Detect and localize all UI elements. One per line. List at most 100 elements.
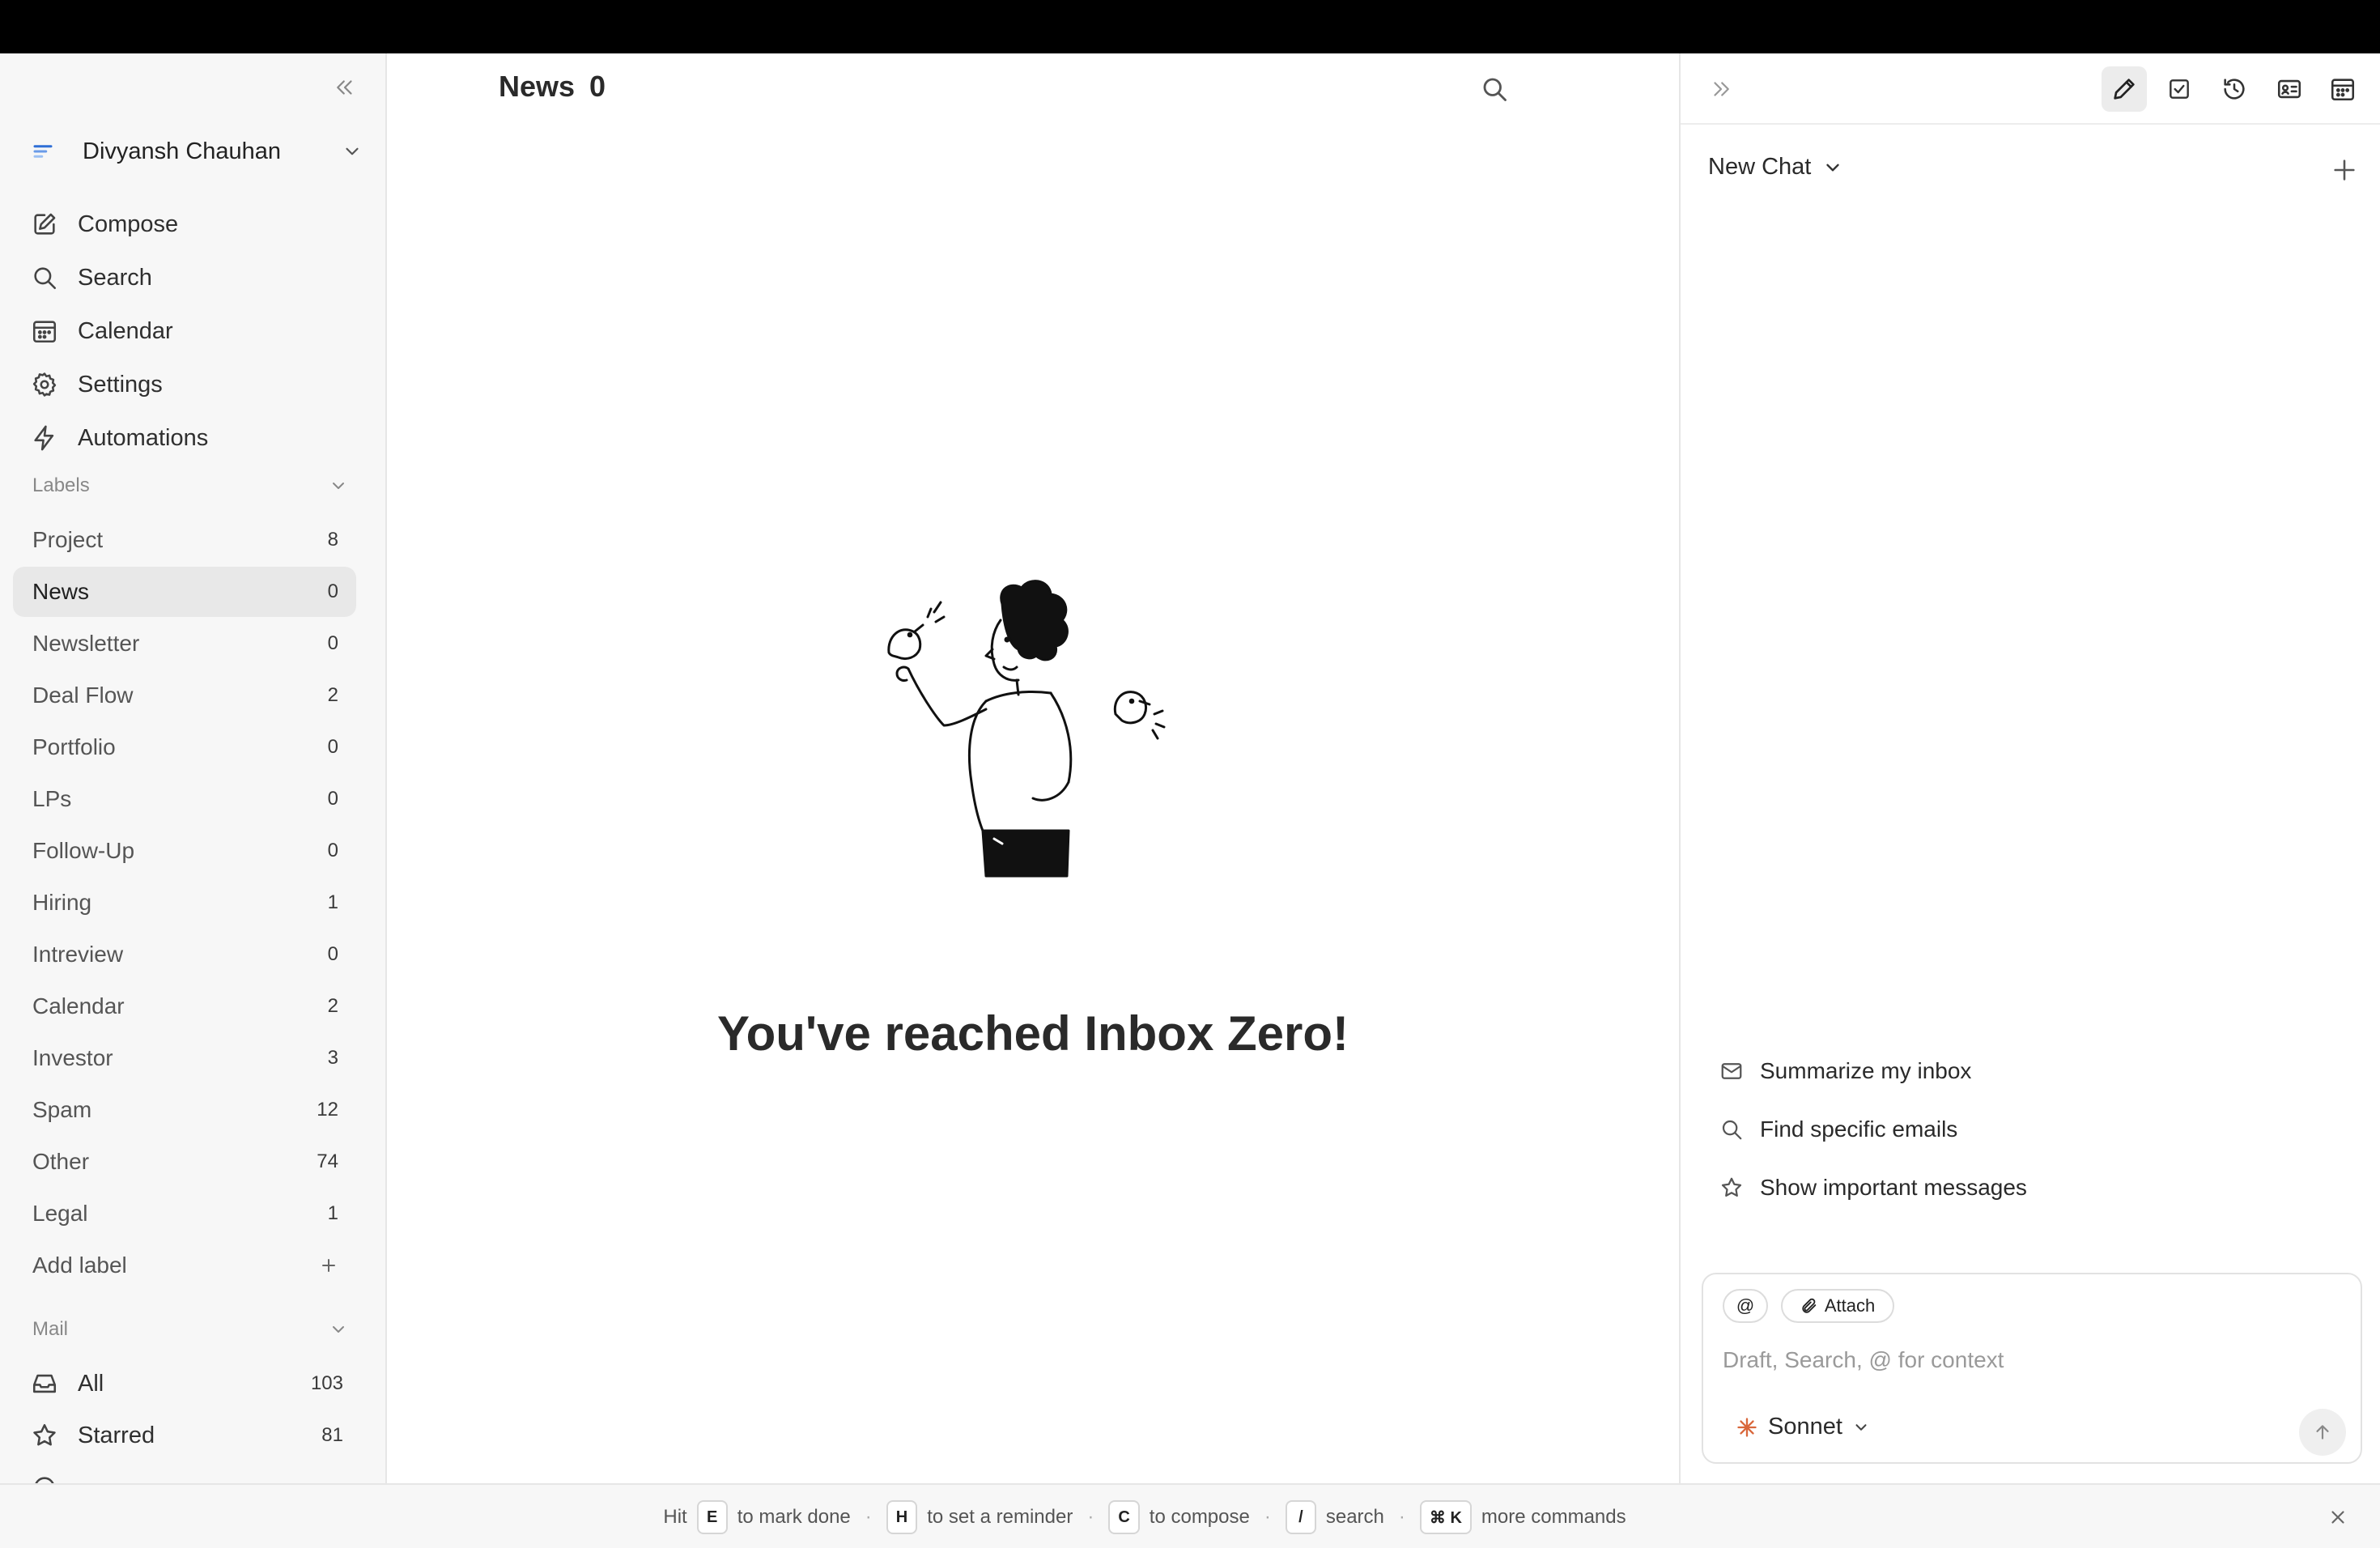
add-label-button[interactable]: Add label xyxy=(13,1240,356,1291)
chat-tab-button[interactable] xyxy=(2102,66,2147,112)
hint-text: search xyxy=(1325,1506,1384,1528)
nav-automations[interactable]: Automations xyxy=(31,416,355,460)
label-news[interactable]: News 0 xyxy=(13,567,356,617)
mention-label: @ xyxy=(1736,1295,1755,1316)
label-investor[interactable]: Investor 3 xyxy=(13,1033,356,1083)
label-count: 0 xyxy=(327,788,338,810)
send-button[interactable] xyxy=(2299,1409,2346,1456)
account-name: Divyansh Chauhan xyxy=(83,138,282,164)
separator-dot: · xyxy=(1398,1506,1405,1528)
label-legal[interactable]: Legal 1 xyxy=(13,1189,356,1239)
star-icon xyxy=(33,1423,56,1446)
shortcut-hints: Hit E to mark done · H to set a reminder… xyxy=(0,1485,2380,1548)
label-name: Follow-Up xyxy=(32,838,135,863)
history-tab-button[interactable] xyxy=(2212,66,2257,112)
nav-settings-label: Settings xyxy=(78,371,163,398)
label-follow-up[interactable]: Follow-Up 0 xyxy=(13,826,356,876)
suggestion-label: Summarize my inbox xyxy=(1760,1058,1972,1083)
calendar-tab-button[interactable] xyxy=(2320,66,2365,112)
kbd-key: E xyxy=(696,1500,728,1534)
label-deal-flow[interactable]: Deal Flow 2 xyxy=(13,670,356,721)
collapse-panel-button[interactable] xyxy=(1703,71,1739,107)
label-name: News xyxy=(32,579,90,604)
contacts-tab-button[interactable] xyxy=(2267,66,2312,112)
window-top-bar xyxy=(0,0,2380,53)
label-name: Legal xyxy=(32,1201,88,1226)
chat-toolbar xyxy=(1681,53,2380,125)
label-count: 0 xyxy=(327,632,338,654)
labels-section-header[interactable]: Labels xyxy=(32,470,348,502)
label-count: 0 xyxy=(327,580,338,602)
shortcut-hints-bar: Hit E to mark done · H to set a reminder… xyxy=(0,1483,2380,1548)
label-project[interactable]: Project 8 xyxy=(13,515,356,565)
label-count: 2 xyxy=(327,684,338,706)
sidebar: Divyansh Chauhan Compose Search Calendar… xyxy=(0,53,387,1483)
mail-all[interactable]: All 103 xyxy=(31,1362,343,1406)
attach-button[interactable]: Attach xyxy=(1781,1289,1894,1323)
label-name: Hiring xyxy=(32,890,92,915)
search-icon xyxy=(34,267,57,290)
label-name: Project xyxy=(32,527,104,552)
page-title-count: 0 xyxy=(589,70,606,103)
chat-selector[interactable]: New Chat xyxy=(1708,154,1843,181)
tasks-tab-button[interactable] xyxy=(2157,66,2202,112)
hint-text: to mark done xyxy=(737,1506,851,1528)
main-search-button[interactable] xyxy=(1477,71,1512,107)
nav-calendar[interactable]: Calendar xyxy=(31,309,355,353)
separator-dot: · xyxy=(1087,1506,1094,1528)
lightning-icon xyxy=(34,425,54,451)
mail-header-text: Mail xyxy=(32,1318,69,1340)
mail-section-header[interactable]: Mail xyxy=(32,1313,348,1346)
model-selector[interactable]: Sonnet xyxy=(1736,1414,1870,1440)
sparkle-burst-icon xyxy=(1737,1417,1757,1437)
label-name: Spam xyxy=(32,1097,92,1122)
inbox-zero-illustration-icon xyxy=(887,580,1166,878)
attach-label: Attach xyxy=(1824,1295,1876,1316)
chevron-down-icon xyxy=(1855,1423,1867,1431)
label-name: Portfolio xyxy=(32,734,116,759)
label-newsletter[interactable]: Newsletter 0 xyxy=(13,619,356,669)
page-title-text: News xyxy=(499,70,576,103)
labels-header-text: Labels xyxy=(32,474,90,496)
mention-button[interactable]: @ xyxy=(1723,1289,1768,1323)
nav-compose[interactable]: Compose xyxy=(31,202,355,246)
label-name: Investor xyxy=(32,1045,113,1070)
mail-next-item-partial[interactable] xyxy=(31,1465,343,1483)
plus-icon xyxy=(322,1259,335,1272)
double-chevron-right-icon xyxy=(1714,82,1729,96)
label-hiring[interactable]: Hiring 1 xyxy=(13,878,356,928)
double-chevron-left-icon xyxy=(337,80,352,95)
nav-search[interactable]: Search xyxy=(31,256,355,300)
chat-composer: @ Attach Draft, Search, @ for context So… xyxy=(1702,1273,2362,1464)
history-icon xyxy=(2224,79,2245,100)
new-chat-button[interactable] xyxy=(2327,152,2362,188)
compose-icon xyxy=(34,213,56,235)
collapse-sidebar-button[interactable] xyxy=(329,71,361,104)
label-count: 74 xyxy=(317,1150,338,1172)
label-count: 1 xyxy=(327,891,338,913)
suggestion-summarize[interactable]: Summarize my inbox xyxy=(1719,1051,1971,1091)
close-hints-button[interactable] xyxy=(2322,1501,2354,1533)
star-icon xyxy=(1721,1177,1742,1197)
label-intreview[interactable]: Intreview 0 xyxy=(13,929,356,980)
chevron-down-icon xyxy=(346,147,359,155)
label-other[interactable]: Other 74 xyxy=(13,1137,356,1187)
label-portfolio[interactable]: Portfolio 0 xyxy=(13,722,356,772)
ai-chat-panel: New Chat Summarize my inbox Find specifi… xyxy=(1679,53,2380,1483)
hint-text: to set a reminder xyxy=(927,1506,1073,1528)
mail-count: 103 xyxy=(310,1372,343,1394)
label-spam[interactable]: Spam 12 xyxy=(13,1085,356,1135)
label-name: Newsletter xyxy=(32,631,140,656)
chat-input[interactable]: Draft, Search, @ for context xyxy=(1723,1347,2004,1373)
model-name: Sonnet xyxy=(1768,1414,1842,1440)
kbd-key: H xyxy=(886,1500,918,1534)
hint-text: to compose xyxy=(1149,1506,1250,1528)
label-calendar[interactable]: Calendar 2 xyxy=(13,981,356,1031)
suggestion-important[interactable]: Show important messages xyxy=(1719,1167,2027,1208)
label-lps[interactable]: LPs 0 xyxy=(13,774,356,824)
mail-starred[interactable]: Starred 81 xyxy=(31,1414,343,1457)
mail-count: 81 xyxy=(321,1424,343,1446)
suggestion-find[interactable]: Find specific emails xyxy=(1719,1109,1957,1150)
nav-settings[interactable]: Settings xyxy=(31,363,355,406)
account-switcher[interactable]: Divyansh Chauhan xyxy=(31,131,363,172)
